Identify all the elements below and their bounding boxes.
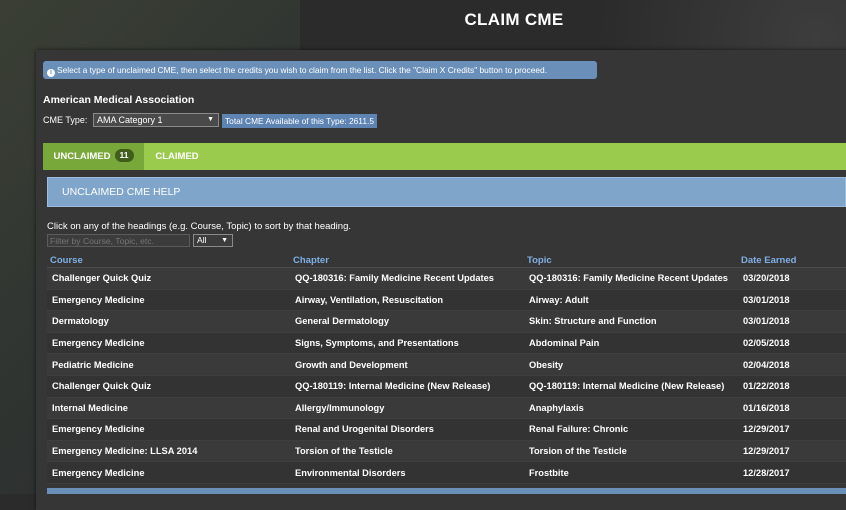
header-chapter[interactable]: Chapter bbox=[290, 253, 524, 268]
cell-chapter: Signs, Symptoms, and Presentations bbox=[290, 332, 524, 355]
sort-instructions: Click on any of the headings (e.g. Cours… bbox=[47, 221, 351, 232]
bottom-action-bar bbox=[47, 488, 846, 494]
header-topic[interactable]: Topic bbox=[524, 253, 738, 268]
cell-chapter: Environmental Disorders bbox=[290, 461, 524, 484]
chevron-down-icon: ▼ bbox=[207, 116, 214, 123]
cell-course: Internal Medicine bbox=[47, 397, 290, 420]
cell-course: Emergency Medicine: LLSA 2014 bbox=[47, 440, 290, 463]
table-row[interactable]: Emergency Medicine Environmental Disorder… bbox=[47, 461, 846, 484]
cell-topic: QQ-180119: Internal Medicine (New Releas… bbox=[524, 375, 738, 398]
cell-course: Emergency Medicine bbox=[47, 461, 290, 484]
filter-input[interactable] bbox=[47, 234, 190, 247]
table-header-row: Course Chapter Topic Date Earned bbox=[47, 253, 846, 268]
info-text: Select a type of unclaimed CME, then sel… bbox=[57, 65, 548, 75]
table-row[interactable]: Pediatric Medicine Growth and Development… bbox=[47, 353, 846, 376]
table-row[interactable]: Challenger Quick Quiz QQ-180119: Internal… bbox=[47, 375, 846, 398]
cell-topic: Skin: Structure and Function bbox=[524, 310, 738, 333]
unclaimed-cme-table: Course Chapter Topic Date Earned Challen… bbox=[47, 253, 846, 484]
cell-chapter: QQ-180119: Internal Medicine (New Releas… bbox=[290, 375, 524, 398]
cell-topic: Anaphylaxis bbox=[524, 397, 738, 420]
tab-unclaimed[interactable]: UNCLAIMED 11 bbox=[43, 143, 144, 170]
header-date-earned[interactable]: Date Earned bbox=[738, 253, 846, 268]
organization-name: American Medical Association bbox=[43, 94, 195, 106]
cell-topic: Airway: Adult bbox=[524, 289, 738, 312]
cell-date: 02/04/2018 bbox=[738, 353, 846, 376]
cell-topic: QQ-180316: Family Medicine Recent Update… bbox=[524, 267, 738, 290]
tab-unclaimed-label: UNCLAIMED bbox=[53, 151, 111, 162]
table-row[interactable]: Emergency Medicine Signs, Symptoms, and P… bbox=[47, 332, 846, 355]
header-course[interactable]: Course bbox=[47, 253, 290, 268]
cell-date: 01/22/2018 bbox=[738, 375, 846, 398]
info-icon: i bbox=[47, 69, 55, 77]
table-row[interactable]: Challenger Quick Quiz QQ-180316: Family M… bbox=[47, 267, 846, 290]
filter-select[interactable]: All ▼ bbox=[193, 234, 233, 247]
cell-topic: Torsion of the Testicle bbox=[524, 440, 738, 463]
cell-date: 03/01/2018 bbox=[738, 310, 846, 333]
table-row[interactable]: Internal Medicine Allergy/Immunology Anaph… bbox=[47, 397, 846, 420]
tab-bar: UNCLAIMED 11 CLAIMED bbox=[43, 143, 846, 170]
cell-topic: Renal Failure: Chronic bbox=[524, 418, 738, 441]
cell-course: Emergency Medicine bbox=[47, 332, 290, 355]
page-title: CLAIM CME bbox=[464, 10, 564, 29]
filter-select-value: All bbox=[197, 235, 207, 245]
cell-chapter: Allergy/Immunology bbox=[290, 397, 524, 420]
cell-course: Challenger Quick Quiz bbox=[47, 375, 290, 398]
cell-course: Emergency Medicine bbox=[47, 418, 290, 441]
cell-course: Challenger Quick Quiz bbox=[47, 267, 290, 290]
unclaimed-count-badge: 11 bbox=[114, 149, 134, 162]
cell-course: Dermatology bbox=[47, 310, 290, 333]
cme-type-selected: AMA Category 1 bbox=[97, 115, 163, 125]
cell-topic: Frostbite bbox=[524, 461, 738, 484]
cell-date: 12/29/2017 bbox=[738, 418, 846, 441]
cme-type-select[interactable]: AMA Category 1 ▼ bbox=[93, 113, 219, 127]
cell-date: 03/01/2018 bbox=[738, 289, 846, 312]
cell-course: Emergency Medicine bbox=[47, 289, 290, 312]
cell-topic: Obesity bbox=[524, 353, 738, 376]
table-row[interactable]: Emergency Medicine Renal and Urogenital D… bbox=[47, 418, 846, 441]
total-cme-badge: Total CME Available of this Type: 2611.5 bbox=[222, 114, 377, 128]
tab-claimed-label: CLAIMED bbox=[155, 151, 199, 162]
cell-chapter: Renal and Urogenital Disorders bbox=[290, 418, 524, 441]
info-message: i Select a type of unclaimed CME, then se… bbox=[43, 61, 597, 79]
cell-topic: Abdominal Pain bbox=[524, 332, 738, 355]
tab-claimed[interactable]: CLAIMED bbox=[144, 143, 210, 170]
unclaimed-help-toggle[interactable]: UNCLAIMED CME HELP bbox=[47, 177, 846, 207]
cell-chapter: Torsion of the Testicle bbox=[290, 440, 524, 463]
cell-date: 02/05/2018 bbox=[738, 332, 846, 355]
cme-type-label: CME Type: bbox=[43, 115, 88, 125]
cell-date: 01/16/2018 bbox=[738, 397, 846, 420]
table-body: Challenger Quick Quiz QQ-180316: Family M… bbox=[47, 267, 846, 484]
table-row[interactable]: Emergency Medicine Airway, Ventilation, R… bbox=[47, 289, 846, 312]
table-row[interactable]: Emergency Medicine: LLSA 2014 Torsion of … bbox=[47, 440, 846, 463]
cell-chapter: General Dermatology bbox=[290, 310, 524, 333]
cell-chapter: QQ-180316: Family Medicine Recent Update… bbox=[290, 267, 524, 290]
cell-chapter: Airway, Ventilation, Resuscitation bbox=[290, 289, 524, 312]
cell-date: 03/20/2018 bbox=[738, 267, 846, 290]
cell-date: 12/29/2017 bbox=[738, 440, 846, 463]
cell-course: Pediatric Medicine bbox=[47, 353, 290, 376]
table-row[interactable]: Dermatology General Dermatology Skin: Stru… bbox=[47, 310, 846, 333]
chevron-down-icon: ▼ bbox=[221, 237, 228, 244]
cell-date: 12/28/2017 bbox=[738, 461, 846, 484]
cell-chapter: Growth and Development bbox=[290, 353, 524, 376]
